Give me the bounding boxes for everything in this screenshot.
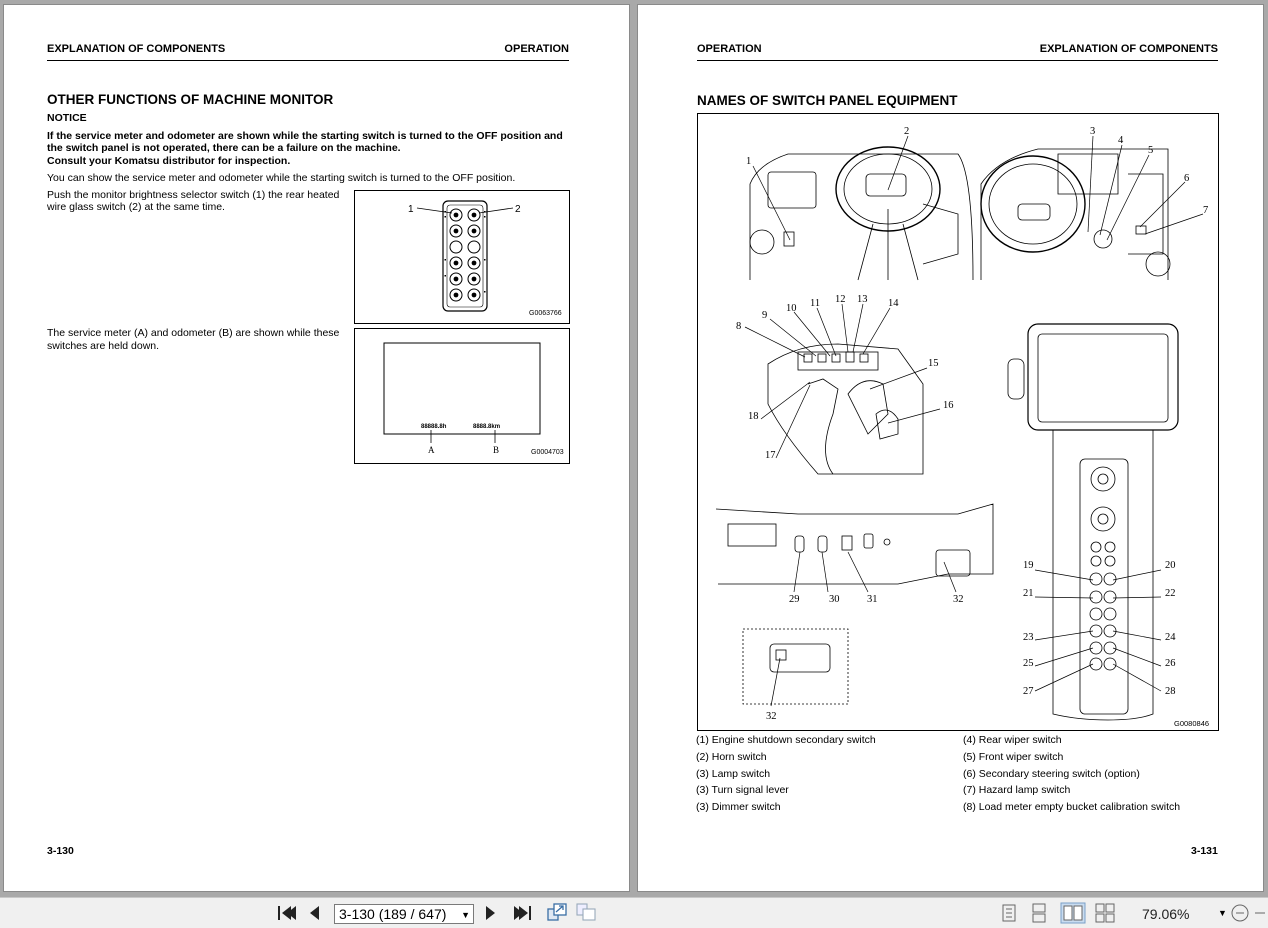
paragraph-2-line-2: wire glass switch (2) at the same time. — [47, 201, 225, 213]
callout-number: 10 — [786, 303, 797, 314]
notice-line-1: If the service meter and odometer are sh… — [47, 130, 563, 142]
figure-code: G0080846 — [1174, 719, 1209, 728]
switch-panel-equipment-figure: 1 2 3 4 5 6 7 8 9 10 11 12 13 14 15 16 17 18 19 20 21 22 23 24 2… — [697, 113, 1219, 731]
caption: (1) Engine shutdown secondary switch — [696, 734, 876, 746]
caption: (2) Horn switch — [696, 750, 767, 763]
caption: (3) Turn signal lever — [696, 784, 789, 797]
odometer-readout: 8888.8km — [473, 424, 500, 430]
equipment-drawing: 12 345678910 11 12 13 141516171819 2021 2223 242… — [715, 126, 1209, 728]
meter-display-drawing: 88888.8h 8888.8km A B G0004703 — [383, 342, 564, 456]
page-number-value: 3-130 (189 / 647) — [339, 906, 447, 922]
viewer-toolbar — [0, 897, 1268, 928]
callout-number: 7 — [1203, 205, 1208, 216]
notice-line-2: the switch panel is not operated, there … — [47, 142, 401, 154]
paragraph-3-line-2: switches are held down. — [47, 340, 160, 352]
callout-number: 32 — [953, 594, 964, 605]
callout-number: 14 — [888, 298, 899, 309]
callout-number: 1 — [746, 156, 751, 167]
meter-display-figure: 88888.8h 8888.8km A B G0004703 — [354, 328, 570, 464]
callout-number: 6 — [1184, 173, 1189, 184]
next-page-button[interactable] — [482, 903, 502, 921]
callout-number: 15 — [928, 358, 939, 369]
caption: (7) Hazard lamp switch — [963, 784, 1071, 797]
callout-number: 3 — [1090, 126, 1095, 137]
figure-2-code: G0004703 — [531, 449, 564, 456]
switch-panel-figure: 1 2 G0063766 — [354, 190, 570, 324]
label-a: A — [428, 445, 435, 455]
left-header-left: EXPLANATION OF COMPONENTS — [47, 43, 226, 55]
notice-line-3: Consult your Komatsu distributor for ins… — [47, 155, 291, 167]
prev-page-button[interactable] — [306, 903, 326, 921]
callout-number: 2 — [904, 126, 909, 137]
callout-number: 5 — [1148, 145, 1153, 156]
caption: (8) Load meter empty bucket calibration … — [963, 801, 1181, 814]
callout-number: 12 — [835, 294, 846, 305]
right-header-left: OPERATION — [697, 43, 762, 55]
callout-leaders — [744, 135, 1204, 707]
captions-left: (1) Engine shutdown secondary switch (2)… — [696, 732, 876, 816]
right-page-title: NAMES OF SWITCH PANEL EQUIPMENT — [697, 93, 958, 108]
caption: (3) Lamp switch — [696, 767, 771, 780]
callout-number: 27 — [1023, 686, 1034, 697]
figure-1-code: G0063766 — [529, 310, 562, 317]
callout-number: 18 — [748, 411, 759, 422]
callout-number: 16 — [943, 400, 954, 411]
callout-number: 30 — [829, 594, 840, 605]
notice-label: NOTICE — [47, 112, 87, 124]
callout-number: 9 — [762, 310, 767, 321]
figure-1-label-2: 2 — [515, 204, 521, 215]
chevron-down-icon[interactable]: ▼ — [461, 907, 470, 923]
switch-panel-drawing: 1 2 G0063766 — [408, 200, 562, 317]
callout-number: 32 — [766, 711, 777, 722]
callout-number: 22 — [1165, 588, 1176, 599]
callout-number: 23 — [1023, 632, 1034, 643]
callout-number: 8 — [736, 321, 741, 332]
caption: (3) Dimmer switch — [696, 801, 781, 814]
page-number-input[interactable]: 3-130 (189 / 647) ▼ — [334, 904, 474, 924]
label-b: B — [493, 445, 499, 455]
callout-number: 11 — [810, 298, 820, 309]
callout-number: 28 — [1165, 686, 1176, 697]
callout-number: 13 — [857, 294, 868, 305]
left-page-number: 3-130 — [47, 845, 74, 857]
callout-number: 21 — [1023, 588, 1034, 599]
right-page-header: OPERATION EXPLANATION OF COMPONENTS — [697, 43, 1218, 61]
first-page-button[interactable] — [276, 903, 296, 921]
left-page: EXPLANATION OF COMPONENTS OPERATION OTHE… — [4, 5, 629, 891]
callout-number: 17 — [765, 450, 776, 461]
right-header-right: EXPLANATION OF COMPONENTS — [1039, 43, 1218, 55]
callout-number: 31 — [867, 594, 878, 605]
callout-number: 24 — [1165, 632, 1176, 643]
caption: (6) Secondary steering switch (option) — [963, 767, 1140, 780]
left-page-title: OTHER FUNCTIONS OF MACHINE MONITOR — [47, 92, 334, 107]
left-page-header: EXPLANATION OF COMPONENTS OPERATION — [47, 43, 569, 61]
zoom-level[interactable]: 79.06% — [1142, 906, 1189, 922]
callout-number: 25 — [1023, 658, 1034, 669]
callout-number: 4 — [1118, 135, 1124, 146]
callout-number: 26 — [1165, 658, 1176, 669]
callout-labels: 12 345678910 11 12 13 141516171819 2021 2223 242… — [736, 126, 1208, 722]
callout-number: 20 — [1165, 560, 1176, 571]
captions-right: (4) Rear wiper switch (5) Front wiper sw… — [963, 732, 1180, 816]
callout-number: 29 — [789, 594, 800, 605]
callout-number: 19 — [1023, 560, 1034, 571]
right-page-number: 3-131 — [1191, 845, 1218, 857]
caption: (4) Rear wiper switch — [963, 734, 1062, 746]
caption: (5) Front wiper switch — [963, 750, 1064, 763]
zoom-dropdown-icon[interactable]: ▼ — [1218, 908, 1227, 918]
paragraph-2-line-1: Push the monitor brightness selector swi… — [47, 189, 340, 201]
figure-1-label-1: 1 — [408, 204, 414, 215]
right-page: OPERATION EXPLANATION OF COMPONENTS NAME… — [638, 5, 1263, 891]
service-meter-readout: 88888.8h — [421, 424, 447, 430]
paragraph-3-line-1: The service meter (A) and odometer (B) a… — [47, 327, 340, 339]
last-page-button[interactable] — [512, 903, 532, 921]
left-header-right: OPERATION — [504, 43, 569, 55]
paragraph-1: You can show the service meter and odome… — [47, 172, 516, 184]
